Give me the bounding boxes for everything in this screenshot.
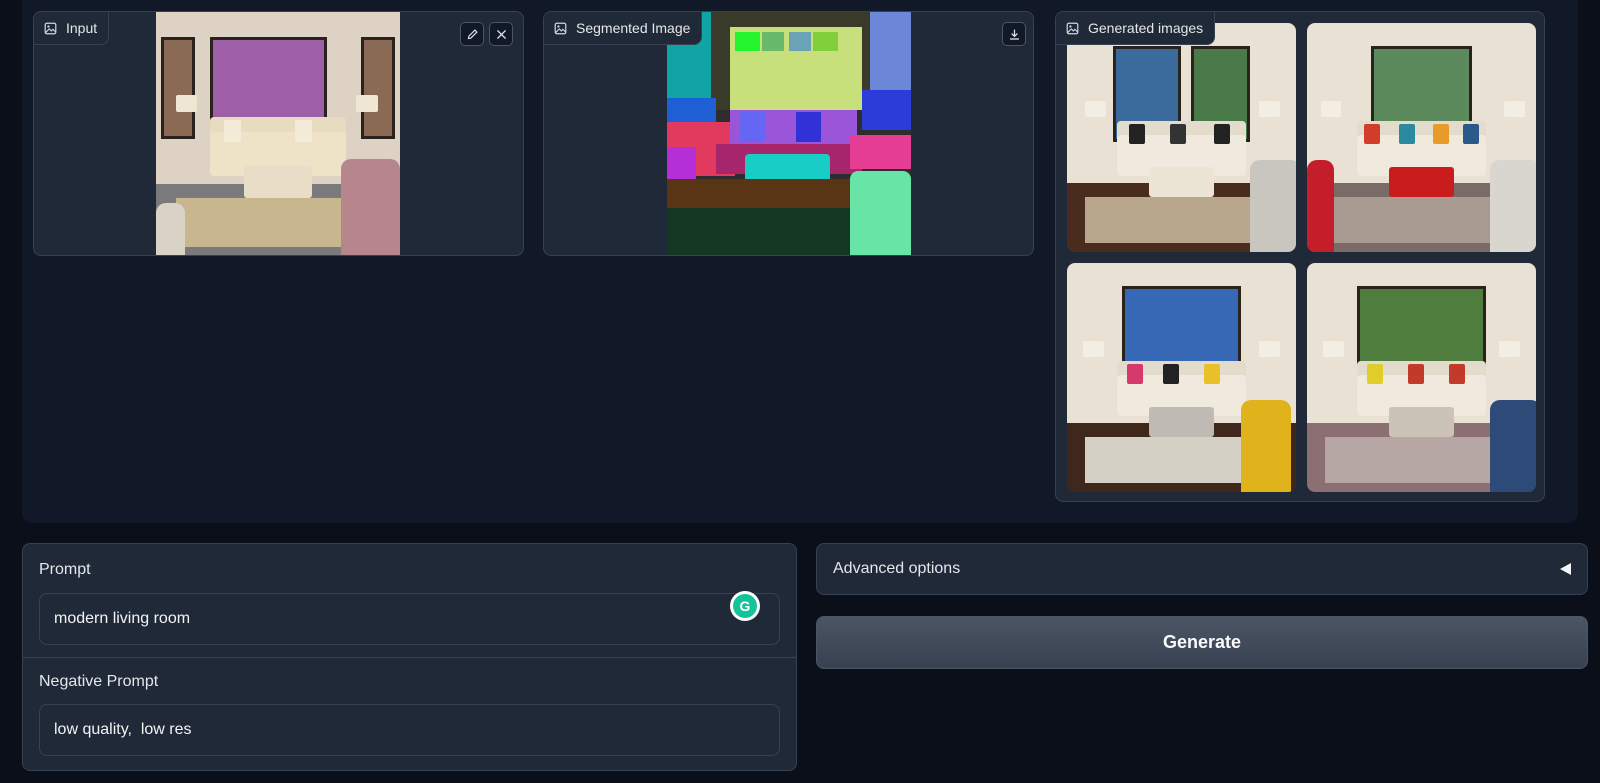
image-icon	[44, 22, 57, 34]
segmented-panel-label: Segmented Image	[544, 12, 703, 45]
field-divider	[23, 657, 796, 658]
close-icon	[496, 29, 506, 39]
segmented-image-panel: Segmented Image	[543, 11, 1034, 256]
negative-prompt-label: Negative Prompt	[39, 673, 159, 690]
generated-thumbnail[interactable]	[1067, 263, 1296, 492]
download-button[interactable]	[1002, 22, 1026, 46]
grammarly-icon: G	[733, 594, 757, 618]
segmented-room-image	[667, 12, 911, 255]
generated-gallery-panel: Generated images	[1055, 11, 1545, 502]
pencil-icon	[467, 28, 478, 39]
generated-thumbnail[interactable]	[1307, 263, 1536, 492]
prompt-input[interactable]	[39, 593, 780, 645]
input-image-panel[interactable]: Input	[33, 11, 524, 256]
segmented-label-text: Segmented Image	[576, 20, 691, 36]
input-panel-label: Input	[34, 12, 110, 45]
advanced-options-accordion[interactable]: Advanced options	[816, 543, 1588, 595]
generated-thumbnail[interactable]	[1307, 23, 1536, 252]
generated-panel-label: Generated images	[1056, 12, 1216, 45]
input-label-text: Input	[66, 20, 98, 36]
prompt-label: Prompt	[39, 561, 91, 578]
generated-thumbnail[interactable]	[1067, 23, 1296, 252]
clear-button[interactable]	[489, 22, 513, 46]
image-icon	[1066, 22, 1079, 34]
image-icon	[554, 22, 567, 34]
download-icon	[1009, 29, 1019, 40]
generated-label-text: Generated images	[1088, 20, 1204, 36]
edit-button[interactable]	[460, 22, 484, 46]
advanced-options-label: Advanced options	[833, 560, 961, 577]
input-room-image	[156, 12, 400, 255]
caret-left-icon	[1560, 563, 1571, 575]
negative-prompt-input[interactable]	[39, 704, 780, 756]
image-row: Input Segmented Image Generated images	[22, 0, 1578, 523]
prompt-form: Prompt Negative Prompt	[22, 543, 797, 771]
grammarly-button[interactable]: G	[730, 591, 760, 621]
generate-button[interactable]: Generate	[816, 616, 1588, 669]
